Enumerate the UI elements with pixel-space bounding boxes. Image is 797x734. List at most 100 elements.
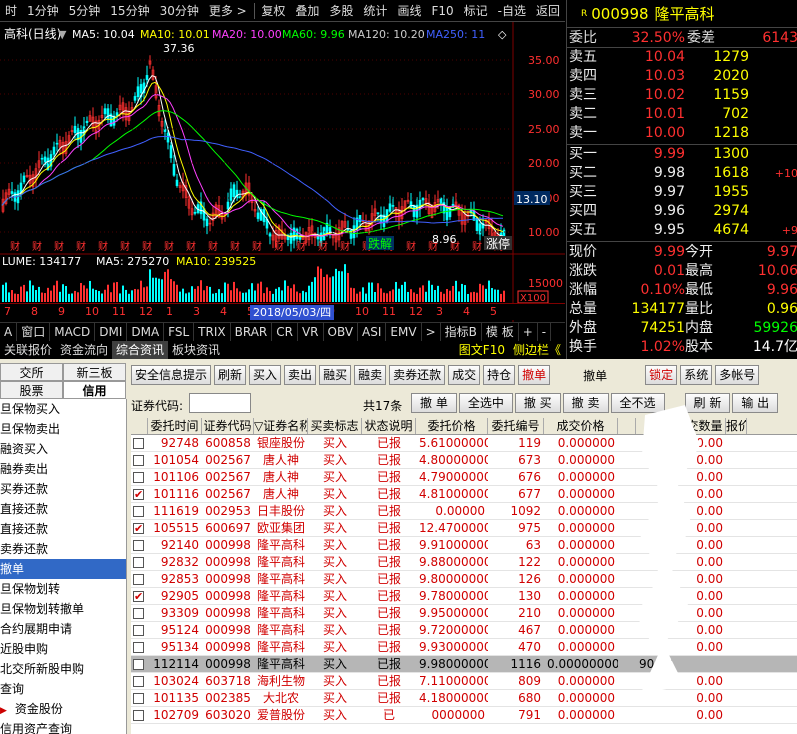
kline-svg[interactable]: 财财财财财财财财财财财财财财财财财财财财财财财 35.0030.0025.002… — [0, 22, 565, 322]
row-checkbox[interactable] — [133, 693, 144, 704]
toolbar-item-9[interactable]: 统计 — [358, 0, 392, 21]
menu-item-14[interactable]: 查询 — [0, 679, 126, 699]
indicator-tab-14[interactable]: 指标B — [441, 323, 482, 341]
row-checkbox[interactable] — [133, 591, 144, 602]
action-button-1[interactable]: 刷新 — [214, 365, 247, 385]
indicator-tab-4[interactable]: DMA — [127, 323, 165, 341]
toolbar-item-0[interactable]: 时 — [0, 0, 22, 21]
menu-item-7[interactable]: 卖券还款 — [0, 539, 126, 559]
row-checkbox[interactable] — [133, 659, 144, 670]
indicator-tab-9[interactable]: VR — [298, 323, 324, 341]
check-cell[interactable] — [131, 537, 148, 553]
action-button-13[interactable]: 多帐号 — [715, 365, 760, 385]
check-cell[interactable] — [131, 588, 148, 604]
check-cell[interactable] — [131, 452, 148, 468]
menu-item-11[interactable]: 合约展期申请 — [0, 619, 126, 639]
menu-item-2[interactable]: 融资买入 — [0, 439, 126, 459]
info-tab-2[interactable]: 综合资讯 — [112, 341, 169, 359]
action-button-7[interactable]: 成交 — [448, 365, 481, 385]
row-checkbox[interactable] — [133, 557, 144, 568]
menu-item-15[interactable]: ▶ 资金股份 — [0, 699, 126, 719]
row-checkbox[interactable] — [133, 506, 144, 517]
chart-close-icon[interactable]: ◇ — [498, 28, 507, 41]
indicator-tab-10[interactable]: OBV — [324, 323, 359, 341]
toolbar-item-4[interactable]: 30分钟 — [155, 0, 204, 21]
toolbar-item-5[interactable]: 更多 > — [204, 0, 252, 21]
tab-neeq[interactable]: 新三板 — [63, 363, 126, 381]
col-header-0[interactable] — [131, 418, 148, 434]
indicator-tab-16[interactable]: + — [519, 323, 538, 341]
action-button-8[interactable]: 持仓 — [483, 365, 516, 385]
toolbar-item-8[interactable]: 多股 — [324, 0, 358, 21]
row-checkbox[interactable] — [133, 523, 144, 534]
row-checkbox[interactable] — [133, 489, 144, 500]
info-tab-4[interactable]: 图文F10 — [455, 341, 509, 359]
toolbar-item-14[interactable]: 返回 — [531, 0, 565, 21]
menu-item-10[interactable]: 旦保物划转撤单 — [0, 599, 126, 619]
indicator-tab-7[interactable]: BRAR — [231, 323, 273, 341]
menu-item-0[interactable]: 旦保物买入 — [0, 399, 126, 419]
filter-button-6[interactable]: 输 出 — [732, 393, 779, 413]
check-cell[interactable] — [131, 690, 148, 706]
check-cell[interactable] — [131, 622, 148, 638]
menu-item-5[interactable]: 直接还款 — [0, 499, 126, 519]
menu-item-9[interactable]: 旦保物划转 — [0, 579, 126, 599]
toolbar-item-10[interactable]: 画线 — [392, 0, 426, 21]
info-tab-5[interactable]: 侧边栏《 — [509, 341, 565, 359]
indicator-tab-11[interactable]: ASI — [358, 323, 387, 341]
check-cell[interactable] — [131, 639, 148, 655]
action-button-9[interactable]: 撤单 — [518, 365, 551, 385]
kline-chart[interactable]: 财财财财财财财财财财财财财财财财财财财财财财财 35.0030.0025.002… — [0, 22, 565, 342]
check-cell[interactable] — [131, 503, 148, 519]
col-header-3[interactable]: ▽证券名称 — [254, 418, 308, 434]
indicator-tab-0[interactable]: A — [0, 323, 18, 341]
indicator-tab-8[interactable]: CR — [272, 323, 298, 341]
indicator-tab-2[interactable]: MACD — [50, 323, 96, 341]
toolbar-item-3[interactable]: 15分钟 — [105, 0, 154, 21]
indicator-tab-1[interactable]: 窗口 — [17, 323, 51, 341]
row-checkbox[interactable] — [133, 472, 144, 483]
check-cell[interactable] — [131, 554, 148, 570]
indicator-tab-15[interactable]: 模 板 — [482, 323, 519, 341]
action-button-0[interactable]: 安全信息提示 — [131, 365, 212, 385]
row-checkbox[interactable] — [133, 455, 144, 466]
info-tab-1[interactable]: 资金流向 — [56, 341, 112, 359]
tab-credit[interactable]: 信用 — [63, 381, 126, 399]
col-header-1[interactable]: 委托时间 — [148, 418, 202, 434]
row-checkbox[interactable] — [133, 540, 144, 551]
chart-dropdown-icon[interactable]: ▼ — [58, 28, 67, 41]
action-button-4[interactable]: 融买 — [319, 365, 352, 385]
indicator-tab-12[interactable]: EMV — [386, 323, 422, 341]
toolbar-item-2[interactable]: 5分钟 — [64, 0, 106, 21]
row-checkbox[interactable] — [133, 710, 144, 721]
row-checkbox[interactable] — [133, 438, 144, 449]
check-cell[interactable] — [131, 707, 148, 723]
row-checkbox[interactable] — [133, 676, 144, 687]
menu-item-1[interactable]: 旦保物卖出 — [0, 419, 126, 439]
check-cell[interactable] — [131, 486, 148, 502]
menu-item-8[interactable]: 撤单 — [0, 559, 126, 579]
code-input[interactable] — [189, 393, 251, 413]
check-cell[interactable] — [131, 435, 148, 451]
toolbar-item-12[interactable]: 标记 — [459, 0, 493, 21]
row-checkbox[interactable] — [133, 608, 144, 619]
col-header-12[interactable]: 报价 — [726, 418, 747, 434]
row-checkbox[interactable] — [133, 642, 144, 653]
col-header-2[interactable]: 证券代码 — [202, 418, 254, 434]
info-tab-3[interactable]: 板块资讯 — [168, 341, 224, 359]
action-button-2[interactable]: 买入 — [249, 365, 282, 385]
check-cell[interactable] — [131, 520, 148, 536]
toolbar-item-11[interactable]: F10 — [426, 0, 458, 21]
action-button-3[interactable]: 卖出 — [284, 365, 317, 385]
col-header-4[interactable]: 买卖标志 — [308, 418, 362, 434]
indicator-tab-13[interactable]: > — [422, 323, 441, 341]
indicator-tab-5[interactable]: FSL — [164, 323, 195, 341]
action-button-5[interactable]: 融卖 — [354, 365, 387, 385]
filter-button-2[interactable]: 撤 买 — [514, 393, 561, 413]
check-cell[interactable] — [131, 656, 148, 672]
filter-button-1[interactable]: 全选中 — [458, 393, 513, 413]
menu-item-3[interactable]: 融券卖出 — [0, 459, 126, 479]
check-cell[interactable] — [131, 605, 148, 621]
menu-item-13[interactable]: 北交所新股申购 — [0, 659, 126, 679]
col-header-7[interactable]: 委托编号 — [488, 418, 544, 434]
